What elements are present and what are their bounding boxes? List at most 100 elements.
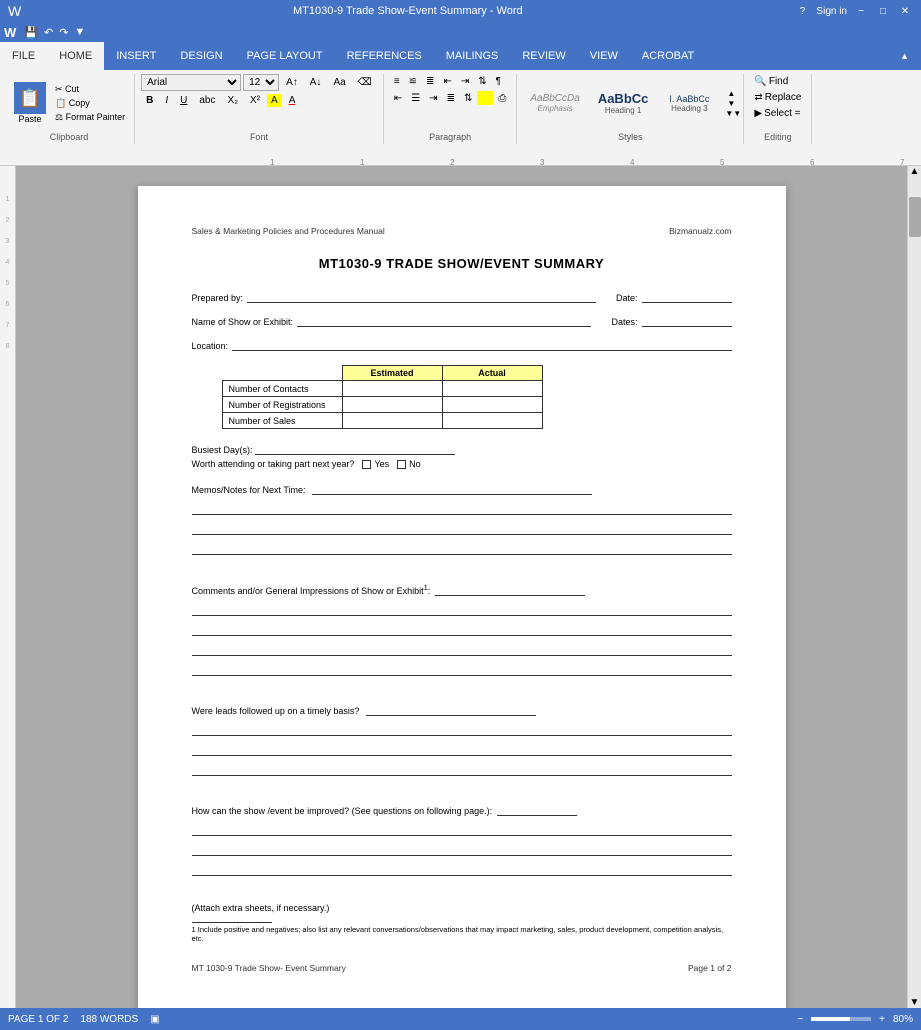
italic-button[interactable]: I xyxy=(160,93,173,108)
superscript-btn[interactable]: X² xyxy=(245,93,265,108)
tab-design[interactable]: DESIGN xyxy=(168,42,234,70)
style-heading3[interactable]: I. AaBbCc Heading 3 xyxy=(659,91,719,116)
justify-btn[interactable]: ≣ xyxy=(443,91,459,106)
change-case-btn[interactable]: Aa xyxy=(328,75,350,90)
tab-acrobat[interactable]: ACROBAT xyxy=(630,42,706,70)
status-bar: PAGE 1 OF 2 188 WORDS ▣ − + 80% xyxy=(0,1008,921,1030)
align-right-btn[interactable]: ⇥ xyxy=(425,91,441,106)
sort-btn[interactable]: ⇅ xyxy=(474,74,490,89)
show-name-field: Name of Show or Exhibit: xyxy=(192,313,592,327)
cut-button[interactable]: ✂ Cut xyxy=(52,83,128,96)
improve-line-1[interactable] xyxy=(192,820,732,836)
document-scroll-area[interactable]: Sales & Marketing Policies and Procedure… xyxy=(16,166,907,1008)
strikethrough-btn[interactable]: abc xyxy=(194,93,220,108)
font-name-select[interactable]: Arial xyxy=(141,74,241,91)
improve-line-3[interactable] xyxy=(192,860,732,876)
comments-line-1[interactable] xyxy=(192,600,732,616)
increase-indent-btn[interactable]: ⇥ xyxy=(457,74,473,89)
tab-home[interactable]: HOME xyxy=(47,42,104,70)
comments-line-2[interactable] xyxy=(192,620,732,636)
comments-line-4[interactable] xyxy=(192,660,732,676)
bold-button[interactable]: B xyxy=(141,93,158,108)
dates-line[interactable] xyxy=(642,313,732,327)
help-button[interactable]: ? xyxy=(794,3,810,19)
page-layout-icon[interactable]: ▣ xyxy=(150,1014,159,1025)
memos-line-3[interactable] xyxy=(192,539,732,555)
underline-button[interactable]: U xyxy=(175,93,192,108)
document-page: Sales & Marketing Policies and Procedure… xyxy=(138,186,786,1008)
undo-quick-btn[interactable]: ↶ xyxy=(42,25,55,40)
yes-checkbox[interactable] xyxy=(362,460,371,469)
font-color-btn[interactable]: A xyxy=(284,93,301,108)
tab-page-layout[interactable]: PAGE LAYOUT xyxy=(235,42,335,70)
styles-more[interactable]: ▼▼ xyxy=(725,109,737,118)
leads-line-1[interactable] xyxy=(192,720,732,736)
vertical-scrollbar[interactable]: ▲ ▼ xyxy=(907,166,921,1008)
redo-quick-btn[interactable]: ↷ xyxy=(57,25,70,40)
no-checkbox[interactable] xyxy=(397,460,406,469)
find-button[interactable]: 🔍 Find xyxy=(750,74,792,89)
subscript-btn[interactable]: X₂ xyxy=(222,93,243,108)
shrink-font-btn[interactable]: A↓ xyxy=(305,75,327,90)
bullets-btn[interactable]: ≡ xyxy=(390,74,404,89)
memos-line-1[interactable] xyxy=(192,499,732,515)
select-button[interactable]: ▶ Select = xyxy=(750,106,804,121)
border-btn[interactable]: ⎙ xyxy=(494,91,510,106)
scroll-up-btn[interactable]: ▲ xyxy=(910,166,920,177)
shading-btn[interactable] xyxy=(477,91,493,105)
multilevel-btn[interactable]: ≣ xyxy=(422,74,438,89)
location-line[interactable] xyxy=(232,337,731,351)
registrations-actual[interactable] xyxy=(442,397,542,413)
scroll-down-btn[interactable]: ▼ xyxy=(910,997,920,1008)
ribbon-collapse-btn[interactable]: ▲ xyxy=(888,42,921,70)
zoom-in-btn[interactable]: + xyxy=(879,1014,885,1025)
show-name-line[interactable] xyxy=(297,313,591,327)
contacts-actual[interactable] xyxy=(442,381,542,397)
highlight-btn[interactable]: A xyxy=(267,94,282,107)
customize-quick-btn[interactable]: ▼ xyxy=(72,25,87,39)
align-center-btn[interactable]: ☰ xyxy=(407,91,424,106)
grow-font-btn[interactable]: A↑ xyxy=(281,75,303,90)
leads-line-2[interactable] xyxy=(192,740,732,756)
decrease-indent-btn[interactable]: ⇤ xyxy=(439,74,455,89)
align-left-btn[interactable]: ⇤ xyxy=(390,91,406,106)
tab-view[interactable]: VIEW xyxy=(578,42,630,70)
zoom-out-btn[interactable]: − xyxy=(797,1014,803,1025)
scroll-thumb[interactable] xyxy=(909,197,921,237)
save-quick-btn[interactable]: 💾 xyxy=(22,25,40,40)
minimize-button[interactable]: − xyxy=(853,3,869,19)
prepared-by-line[interactable] xyxy=(247,289,596,303)
line-spacing-btn[interactable]: ⇅ xyxy=(460,91,476,106)
sales-estimated[interactable] xyxy=(342,413,442,429)
improve-line-2[interactable] xyxy=(192,840,732,856)
zoom-slider[interactable] xyxy=(811,1017,871,1021)
styles-scroll-down[interactable]: ▼ xyxy=(725,99,737,108)
clear-format-btn[interactable]: ⌫ xyxy=(353,75,377,90)
date-line[interactable] xyxy=(642,289,732,303)
close-button[interactable]: ✕ xyxy=(897,3,913,19)
font-size-select[interactable]: 12 xyxy=(243,74,279,91)
restore-button[interactable]: □ xyxy=(875,3,891,19)
contacts-estimated[interactable] xyxy=(342,381,442,397)
show-marks-btn[interactable]: ¶ xyxy=(492,74,505,89)
tab-file[interactable]: FILE xyxy=(0,42,47,70)
tab-mailings[interactable]: MAILINGS xyxy=(434,42,511,70)
sales-actual[interactable] xyxy=(442,413,542,429)
format-painter-button[interactable]: ⚖ Format Painter xyxy=(52,111,128,124)
sign-in-link[interactable]: Sign in xyxy=(816,6,847,17)
styles-scroll-up[interactable]: ▲ xyxy=(725,89,737,98)
tab-review[interactable]: REVIEW xyxy=(510,42,577,70)
comments-line-3[interactable] xyxy=(192,640,732,656)
word-count: 188 WORDS xyxy=(80,1014,138,1025)
tab-insert[interactable]: INSERT xyxy=(104,42,168,70)
style-heading1[interactable]: AaBbCc Heading 1 xyxy=(591,88,656,118)
leads-line-3[interactable] xyxy=(192,760,732,776)
numbering-btn[interactable]: ≌ xyxy=(405,74,421,89)
replace-button[interactable]: ⇄ Replace xyxy=(750,90,805,105)
registrations-estimated[interactable] xyxy=(342,397,442,413)
memos-line-2[interactable] xyxy=(192,519,732,535)
paste-button[interactable]: 📋 Paste xyxy=(10,80,50,126)
tab-references[interactable]: REFERENCES xyxy=(335,42,434,70)
style-emphasis[interactable]: AaBbCcDa Emphasis xyxy=(523,90,586,116)
copy-button[interactable]: 📋 Copy xyxy=(52,97,128,110)
